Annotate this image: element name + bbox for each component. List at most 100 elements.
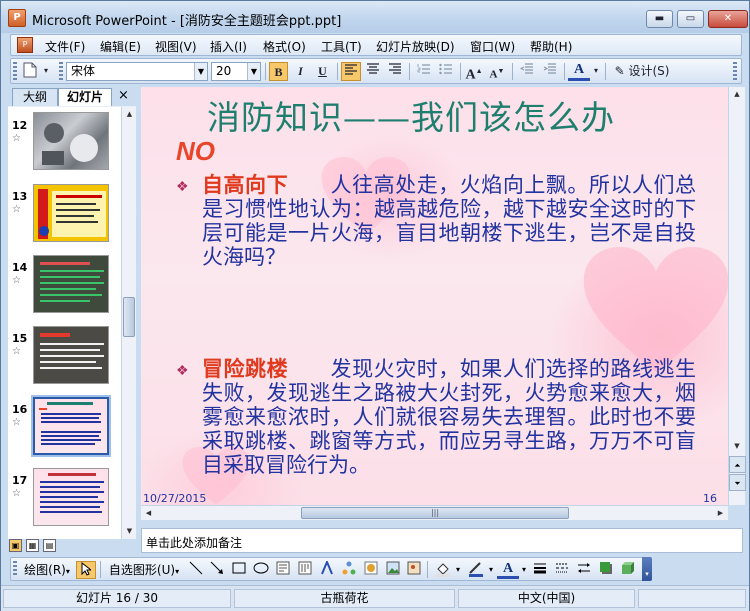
notes-placeholder[interactable]: 单击此处添加备注 [146,534,242,551]
scroll-right-icon[interactable]: ▶ [713,506,728,521]
shadow-style-icon[interactable] [597,561,615,579]
align-center-icon[interactable] [363,62,383,81]
shrink-font-button[interactable]: A▼ [487,62,507,81]
menu-file[interactable]: 文件(F) [45,38,85,55]
next-slide-icon[interactable]: ⏷ [729,474,746,491]
normal-view-icon[interactable]: ▣ [9,539,22,552]
chevron-down-icon[interactable]: ▼ [194,63,207,80]
increase-indent-icon[interactable] [539,62,559,81]
rectangle-tool-icon[interactable] [230,561,248,579]
toolbar-grip[interactable] [13,62,17,80]
menu-insert[interactable]: 插入(I) [210,38,247,55]
font-name-combo[interactable]: 宋体 ▼ [66,62,208,81]
line-tool-icon[interactable] [187,561,205,579]
grow-font-button[interactable]: A▲ [464,62,484,83]
new-document-icon[interactable] [20,62,40,81]
align-right-icon[interactable] [385,62,405,81]
wordart-icon[interactable] [318,559,336,579]
slide-thumbnail-14[interactable] [33,255,109,313]
autoshapes-button[interactable]: 自选图形(U)▾ [104,561,184,579]
maximize-button[interactable]: ▭ [677,10,704,28]
document-icon[interactable]: P [17,37,33,53]
fill-color-icon[interactable] [431,561,455,579]
chevron-down-icon[interactable]: ▼ [247,63,260,80]
chevron-down-icon[interactable]: ▾ [591,62,601,81]
scrollbar-thumb[interactable]: ||| [301,507,569,519]
thumbnail-scrollbar[interactable]: ▲ ▼ [121,107,136,539]
oval-tool-icon[interactable] [252,561,270,579]
bulleted-list-icon[interactable] [435,62,455,81]
slide-thumbnail-12[interactable] [33,112,109,170]
design-template-status[interactable]: 古瓶荷花 [234,589,455,608]
draw-menu-button[interactable]: 绘图(R)▾ [20,561,74,579]
menu-format[interactable]: 格式(O) [263,38,306,55]
underline-button[interactable]: U [313,62,332,81]
bullet-item[interactable]: ❖ 自高向下 人往高处走，火焰向上飘。所以人们总是习惯性地认为：越高越危险，越下… [176,173,696,273]
dash-style-icon[interactable] [553,561,571,579]
scrollbar-thumb[interactable] [123,297,135,337]
slide-subtitle[interactable]: NO [176,136,215,167]
tab-outline[interactable]: 大纲 [12,88,58,106]
design-button[interactable]: ✎ 设计(S) [610,62,674,81]
select-pointer-icon[interactable] [76,561,96,579]
slide-thumbnail-13[interactable] [33,184,109,242]
scroll-down-icon[interactable]: ▼ [729,439,745,454]
current-slide[interactable]: 消防知识——我们该怎么办 NO ❖ 自高向下 人往高处走，火焰向上飘。所以人们总… [141,87,728,505]
font-size-combo[interactable]: 20 ▼ [211,62,261,81]
menu-help[interactable]: 帮助(H) [530,38,572,55]
text-color-icon[interactable]: A [497,561,519,579]
menu-tools[interactable]: 工具(T) [321,38,362,55]
toolbar-options-icon[interactable]: ▾ [642,557,652,581]
tab-slides[interactable]: 幻灯片 [58,88,112,106]
horizontal-scrollbar[interactable]: ◀ ||| ▶ [141,505,728,520]
line-style-icon[interactable] [531,561,549,579]
toolbar-options-icon[interactable] [733,62,737,80]
picture-icon[interactable] [384,561,402,579]
chevron-down-icon[interactable]: ▾ [487,561,495,579]
italic-button[interactable]: I [291,62,310,81]
close-button[interactable]: ✕ [708,10,748,28]
menu-view[interactable]: 视图(V) [155,38,197,55]
scroll-down-icon[interactable]: ▼ [122,524,137,539]
language-status[interactable]: 中文(中国) [458,589,635,608]
vertical-textbox-icon[interactable] [296,561,314,579]
line-color-icon[interactable] [464,561,488,579]
menu-slideshow[interactable]: 幻灯片放映(D) [376,38,455,55]
notes-pane[interactable]: 单击此处添加备注 [141,528,743,553]
scroll-left-icon[interactable]: ◀ [141,506,156,521]
numbered-list-icon[interactable] [413,62,433,81]
slide-sorter-view-icon[interactable]: ▦ [26,539,39,552]
bullet-item[interactable]: ❖ 冒险跳楼 发现火灾时，如果人们选择的路线逃生失败，发现逃生之路被大火封死，火… [176,357,696,482]
font-color-button[interactable]: A [568,62,590,81]
arrow-tool-icon[interactable] [208,561,226,579]
decrease-indent-icon[interactable] [516,62,536,81]
scroll-up-icon[interactable]: ▲ [122,107,137,122]
slide-thumbnail-17[interactable] [33,468,109,526]
insert-picture-icon[interactable] [405,561,423,579]
powerpoint-app-icon[interactable]: P [8,9,26,27]
chevron-down-icon[interactable]: ▾ [454,561,462,579]
toolbar-grip[interactable] [59,62,63,80]
chevron-down-icon[interactable]: ▾ [520,561,528,579]
slide-date-footer[interactable]: 10/27/2015 [143,492,206,505]
previous-slide-icon[interactable]: ⏶ [729,456,746,473]
arrow-style-icon[interactable] [575,561,593,579]
slide-thumbnail-16[interactable] [31,395,111,457]
slide-number-footer[interactable]: 16 [703,492,717,505]
slide-scrollbar[interactable]: ▲ ▼ ⏶ ⏷ [728,87,746,505]
clipart-icon[interactable] [362,561,380,579]
close-icon[interactable]: × [118,88,129,103]
chevron-down-icon[interactable]: ▾ [41,62,51,81]
slide-title[interactable]: 消防知识——我们该怎么办 [207,91,615,139]
bold-button[interactable]: B [269,62,288,81]
align-left-icon[interactable] [341,62,361,81]
diagram-icon[interactable] [340,561,358,579]
slideshow-view-icon[interactable]: ▤ [43,539,56,552]
minimize-button[interactable]: ▬ [646,10,673,28]
scroll-up-icon[interactable]: ▲ [729,87,745,102]
textbox-tool-icon[interactable] [274,561,292,579]
toolbar-grip[interactable] [13,561,17,577]
3d-style-icon[interactable] [619,561,637,579]
slide-thumbnail-15[interactable] [33,326,109,384]
menu-window[interactable]: 窗口(W) [470,38,515,55]
